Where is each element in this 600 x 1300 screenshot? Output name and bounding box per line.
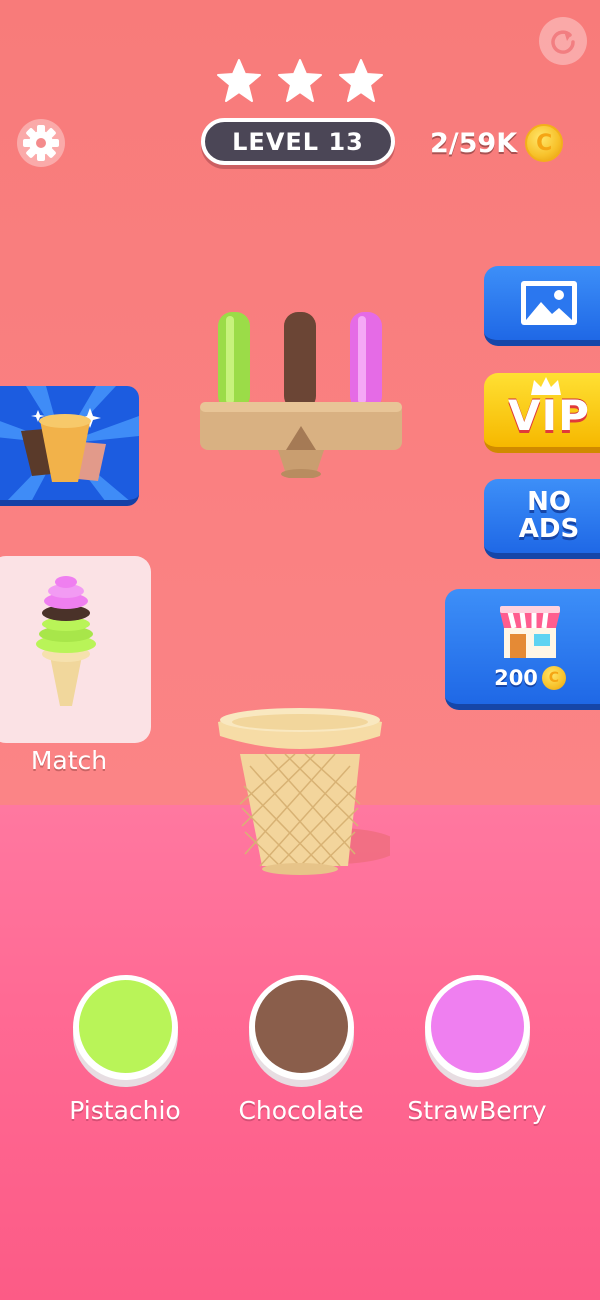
coin-icon: C <box>525 124 564 162</box>
coin-icon: C <box>541 665 566 690</box>
shop-price-label: 200 <box>494 665 538 690</box>
flavor-swatch <box>255 980 348 1073</box>
flavor-button-strawberry[interactable] <box>425 975 530 1080</box>
shop-price: 200 C <box>494 665 566 690</box>
star-icon <box>278 59 322 102</box>
flavor-label-strawberry: StrawBerry <box>407 1096 547 1125</box>
level-stars <box>212 58 390 108</box>
flavor-swatch <box>431 980 524 1073</box>
match-label: Match <box>30 746 108 775</box>
flavor-button-pistachio[interactable] <box>73 975 178 1080</box>
gallery-button[interactable] <box>484 266 600 346</box>
star-icon <box>217 59 261 102</box>
no-ads-label: NO ADS <box>518 487 580 544</box>
star-icon <box>339 59 383 102</box>
restart-button[interactable] <box>539 17 587 65</box>
restart-icon <box>551 30 575 54</box>
flavor-label-chocolate: Chocolate <box>238 1096 364 1125</box>
flavor-swatch <box>79 980 172 1073</box>
vip-button[interactable]: VIP <box>484 373 600 453</box>
no-ads-button[interactable]: NO ADS <box>484 479 600 559</box>
vip-label: VIP <box>508 390 590 440</box>
gear-icon <box>17 119 65 167</box>
match-target-card <box>0 556 151 743</box>
flavor-button-chocolate[interactable] <box>249 975 354 1080</box>
ice-cream-dispenser <box>200 312 402 478</box>
cones-collection-button[interactable] <box>0 386 139 506</box>
coin-count: 2/59K <box>430 127 518 159</box>
target-ice-cream-image <box>36 576 96 706</box>
cones-icon <box>0 386 139 500</box>
shop-icon <box>500 605 560 658</box>
waffle-cone <box>218 708 390 875</box>
flavor-label-pistachio: Pistachio <box>69 1096 181 1125</box>
crown-icon <box>531 377 561 395</box>
level-indicator: LEVEL 13 <box>201 118 395 165</box>
coin-counter: 2/59K C <box>430 120 590 166</box>
level-label: LEVEL 13 <box>232 127 364 156</box>
shop-button[interactable]: 200 C <box>445 589 600 710</box>
image-icon <box>521 281 577 325</box>
settings-button[interactable] <box>16 118 66 168</box>
